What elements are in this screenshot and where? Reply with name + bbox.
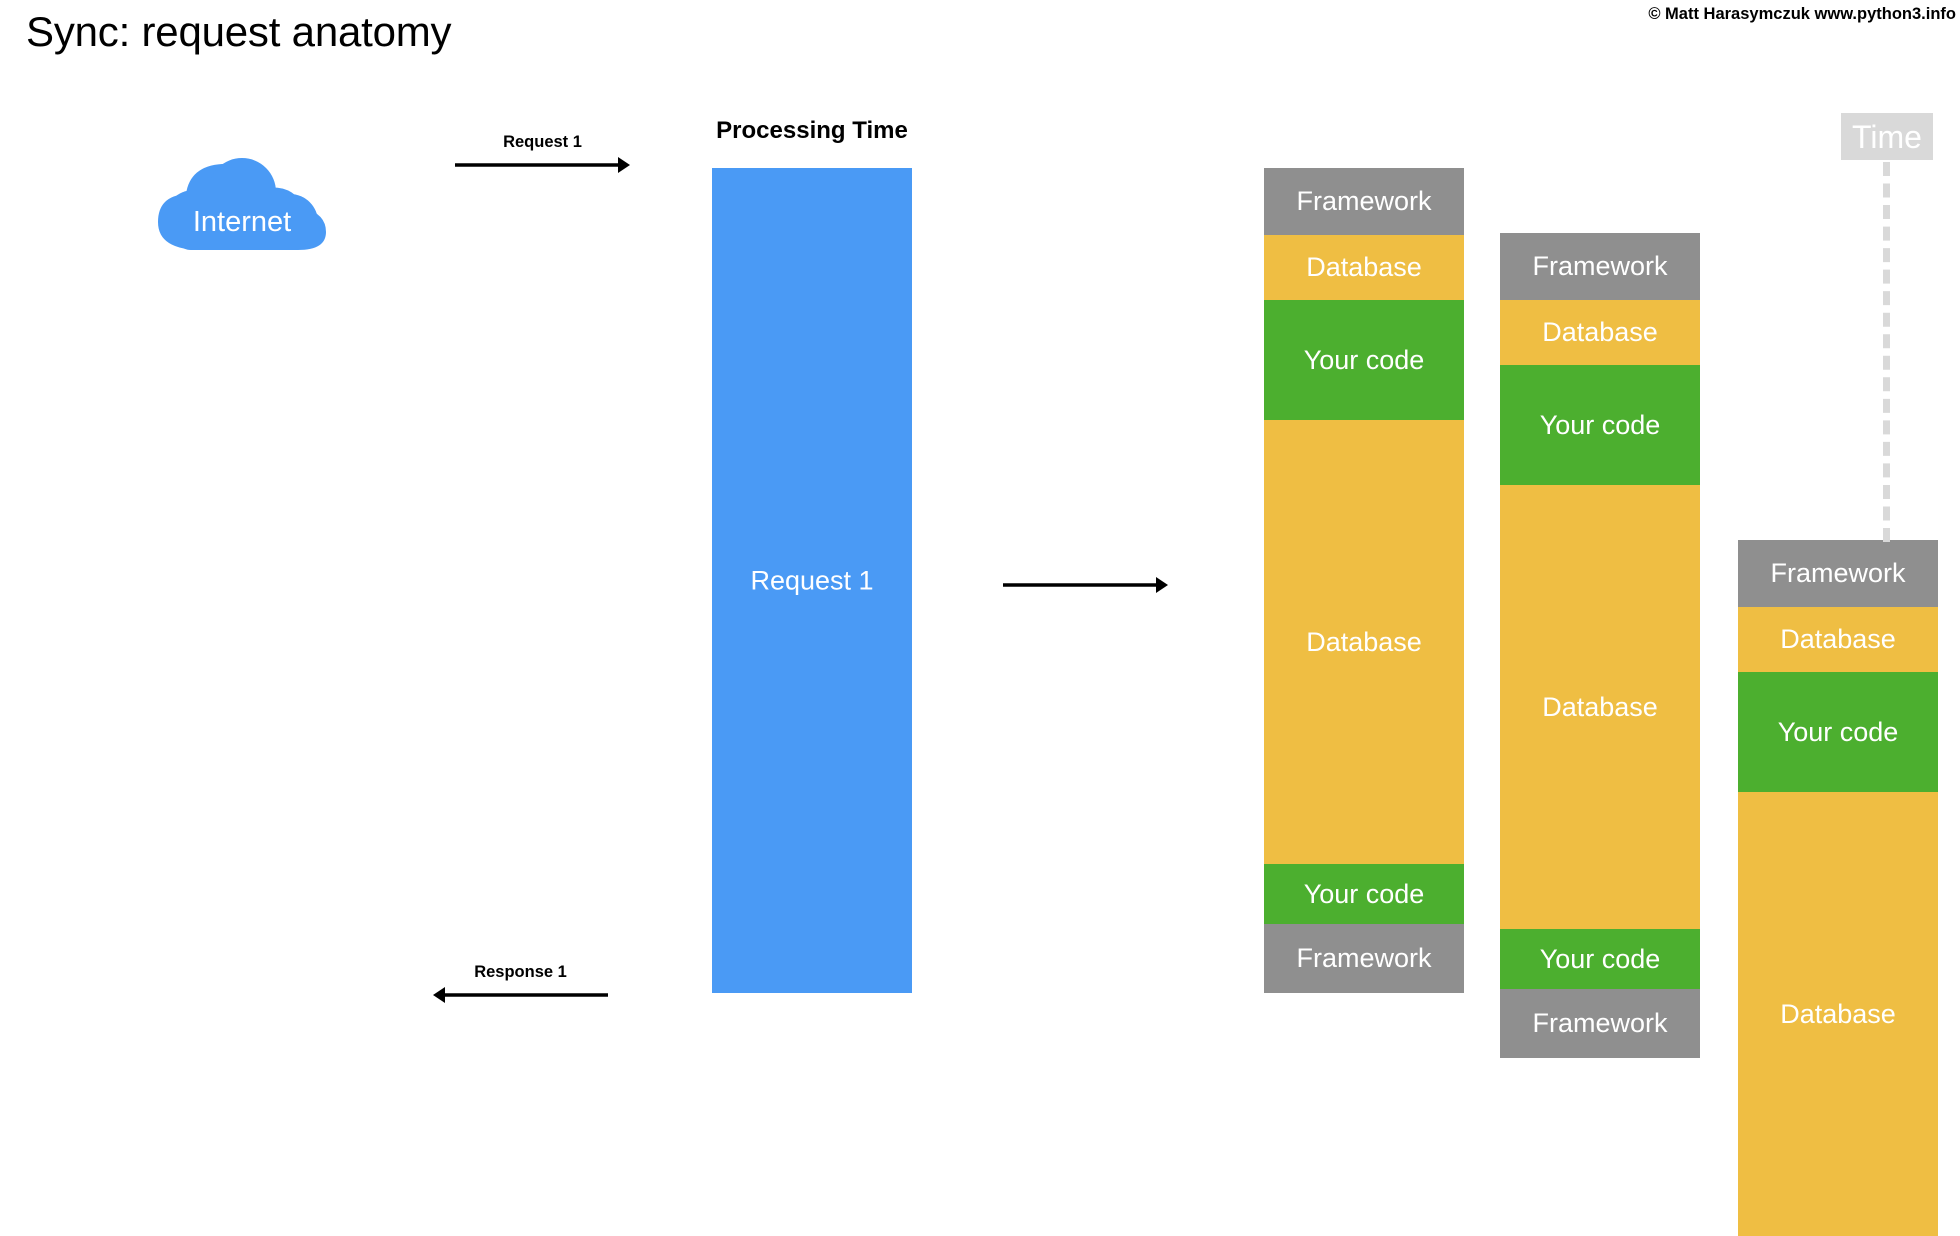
processing-time-title: Processing Time — [716, 117, 908, 144]
stack-segment-label: Database — [1306, 252, 1422, 282]
stack-segment-database: Database — [1264, 235, 1464, 300]
stack-segment-label: Your code — [1539, 943, 1661, 974]
stack-segment-label: Framework — [1296, 943, 1432, 973]
stack-segment-framework: Framework — [1264, 924, 1464, 993]
arrow-right-icon — [1003, 577, 1168, 593]
stack-segment-database: Database — [1738, 607, 1938, 672]
page-title: Sync: request anatomy — [26, 8, 452, 55]
stack-segment-framework: Framework — [1500, 989, 1700, 1058]
copyright-notice: © Matt Harasymczuk www.python3.info — [1648, 5, 1956, 23]
stack-segment-label: Framework — [1770, 558, 1906, 588]
request-1-bar-label: Request 1 — [750, 565, 874, 595]
stack-segment-framework: Framework — [1264, 168, 1464, 235]
arrow-left-icon — [433, 987, 608, 1003]
stack-segment-database: Database — [1738, 792, 1938, 1236]
request-arrow — [455, 155, 630, 175]
stack-segment-label: Database — [1780, 998, 1896, 1029]
request-arrow-label: Request 1 — [503, 133, 582, 151]
stack-segment-your-code: Your code — [1500, 365, 1700, 485]
time-axis-label-box: Time — [1841, 113, 1933, 160]
stack-segment-your-code: Your code — [1738, 672, 1938, 792]
stack-segment-label: Your code — [1303, 878, 1425, 909]
stack-segment-label: Your code — [1303, 344, 1425, 375]
stack-segment-database: Database — [1500, 300, 1700, 365]
stack-segment-framework: Framework — [1500, 233, 1700, 300]
internet-cloud: Internet — [158, 158, 326, 250]
stack-segment-your-code: Your code — [1264, 300, 1464, 420]
arrow-right-icon — [455, 157, 630, 173]
stack-segment-label: Your code — [1777, 716, 1899, 747]
time-axis-line — [1883, 162, 1890, 542]
request-stack-column: Framework Database Your code Database Your c… — [1500, 233, 1700, 1058]
stack-segment-database: Database — [1264, 420, 1464, 864]
stack-segment-label: Framework — [1532, 1008, 1668, 1038]
time-axis-label: Time — [1852, 118, 1922, 155]
request-stack-column: Framework Database Your code Database Your c… — [1264, 168, 1464, 993]
stack-segment-framework: Framework — [1738, 540, 1938, 607]
stack-segment-label: Your code — [1539, 409, 1661, 440]
stack-segment-label: Database — [1306, 626, 1422, 657]
cloud-icon — [158, 158, 326, 250]
expand-arrow — [1003, 575, 1168, 595]
stack-segment-label: Framework — [1532, 251, 1668, 281]
stack-segment-label: Database — [1780, 624, 1896, 654]
request-stack-column: Framework Database Your code Database — [1738, 540, 1938, 1236]
slide-canvas: Sync: request anatomy © Matt Harasymczuk… — [0, 0, 1960, 1236]
response-arrow — [433, 985, 608, 1005]
stack-segment-label: Database — [1542, 691, 1658, 722]
request-1-bar: Request 1 — [712, 168, 912, 993]
stack-segment-label: Framework — [1296, 186, 1432, 216]
stack-segment-database: Database — [1500, 485, 1700, 929]
response-arrow-label: Response 1 — [474, 963, 567, 981]
stack-segment-your-code: Your code — [1500, 929, 1700, 989]
stack-segment-label: Database — [1542, 317, 1658, 347]
stack-segment-your-code: Your code — [1264, 864, 1464, 924]
